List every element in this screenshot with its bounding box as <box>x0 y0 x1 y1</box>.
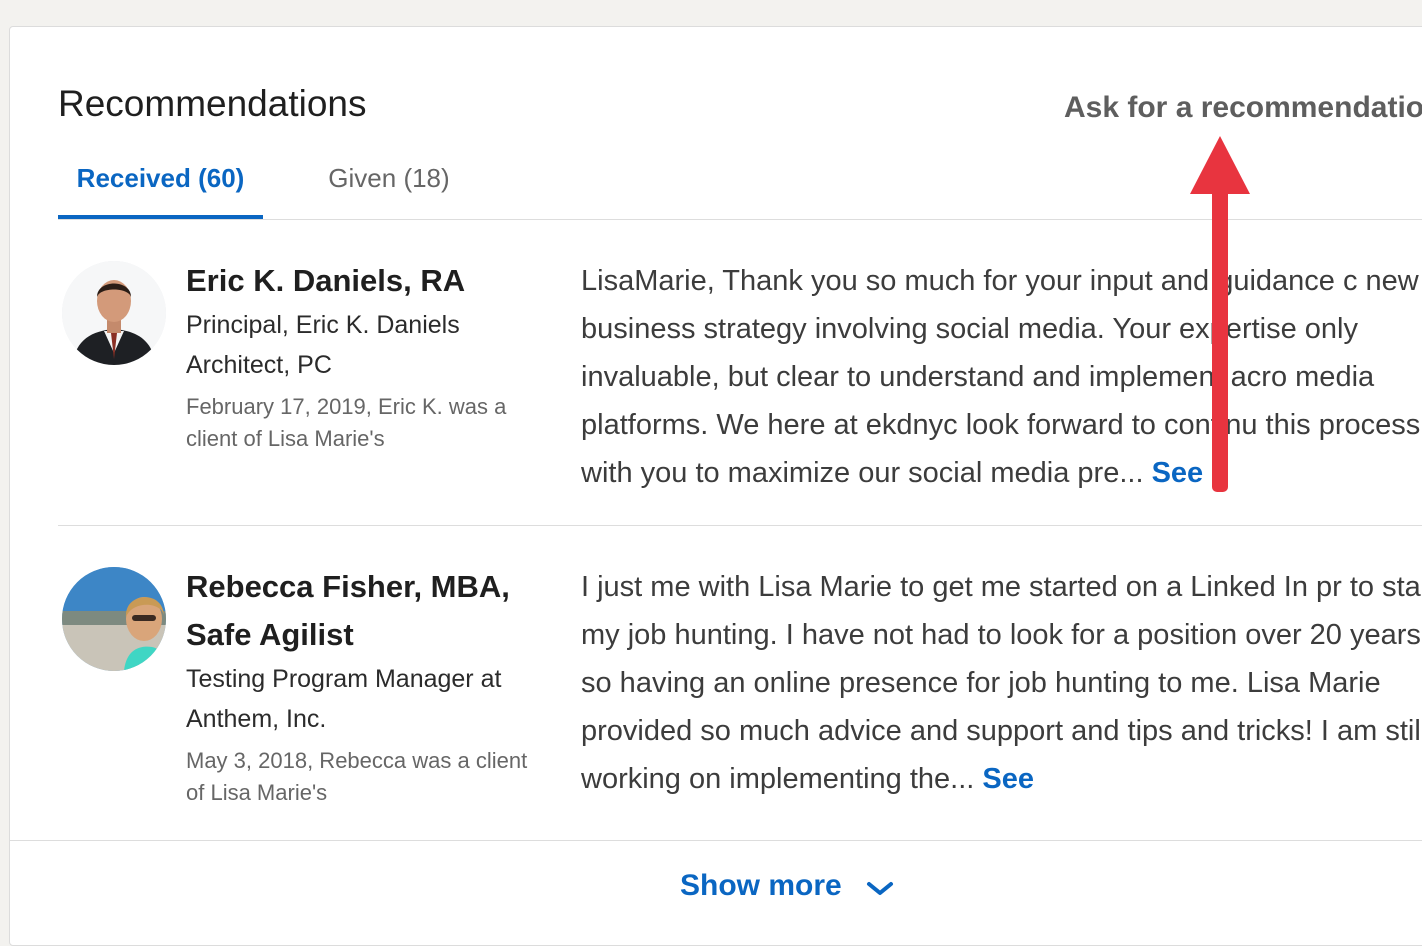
see-more-link[interactable]: See <box>1152 457 1204 489</box>
recommendations-card: Recommendations Ask for a recommendatio … <box>9 26 1422 946</box>
recommendation-divider <box>58 525 1422 526</box>
recommendation-meta: May 3, 2018, Rebecca was a client of Lis… <box>186 748 528 805</box>
avatar-image <box>62 261 166 365</box>
avatar[interactable] <box>62 261 166 365</box>
recommender-name[interactable]: Eric K. Daniels, RA <box>186 257 546 305</box>
recommendation-meta: February 17, 2019, Eric K. was a client … <box>186 394 507 451</box>
recommendation-text: I just me with Lisa Marie to get me star… <box>581 571 1422 795</box>
recommender-info: Eric K. Daniels, RA Principal, Eric K. D… <box>186 257 546 455</box>
recommendation-item: Eric K. Daniels, RA Principal, Eric K. D… <box>58 257 1422 523</box>
chevron-down-icon <box>866 870 894 904</box>
see-more-link[interactable]: See <box>982 763 1034 795</box>
recommendation-item: Rebecca Fisher, MBA, Safe Agilist Testin… <box>58 563 1422 839</box>
recommender-info: Rebecca Fisher, MBA, Safe Agilist Testin… <box>186 563 546 809</box>
recommender-name[interactable]: Rebecca Fisher, MBA, Safe Agilist <box>186 563 546 659</box>
tabs-divider <box>58 219 1422 220</box>
avatar-image <box>62 567 166 671</box>
tab-received[interactable]: Received (60) <box>58 145 263 219</box>
recommendation-text: LisaMarie, Thank you so much for your in… <box>581 265 1421 489</box>
ask-for-recommendation-link[interactable]: Ask for a recommendatio <box>1064 91 1422 125</box>
show-more-label: Show more <box>680 869 842 902</box>
recommendation-text-block: LisaMarie, Thank you so much for your in… <box>581 257 1422 497</box>
tab-given[interactable]: Given (18) <box>304 145 474 219</box>
recommender-role: Testing Program Manager at Anthem, Inc. <box>186 665 502 733</box>
recommender-role: Principal, Eric K. Daniels Architect, PC <box>186 311 460 379</box>
recommendation-text-block: I just me with Lisa Marie to get me star… <box>581 563 1422 803</box>
page-background-strip <box>0 0 1422 8</box>
footer-divider <box>10 840 1422 841</box>
avatar[interactable] <box>62 567 166 671</box>
show-more-button[interactable]: Show more <box>680 869 894 904</box>
section-title: Recommendations <box>58 83 367 124</box>
